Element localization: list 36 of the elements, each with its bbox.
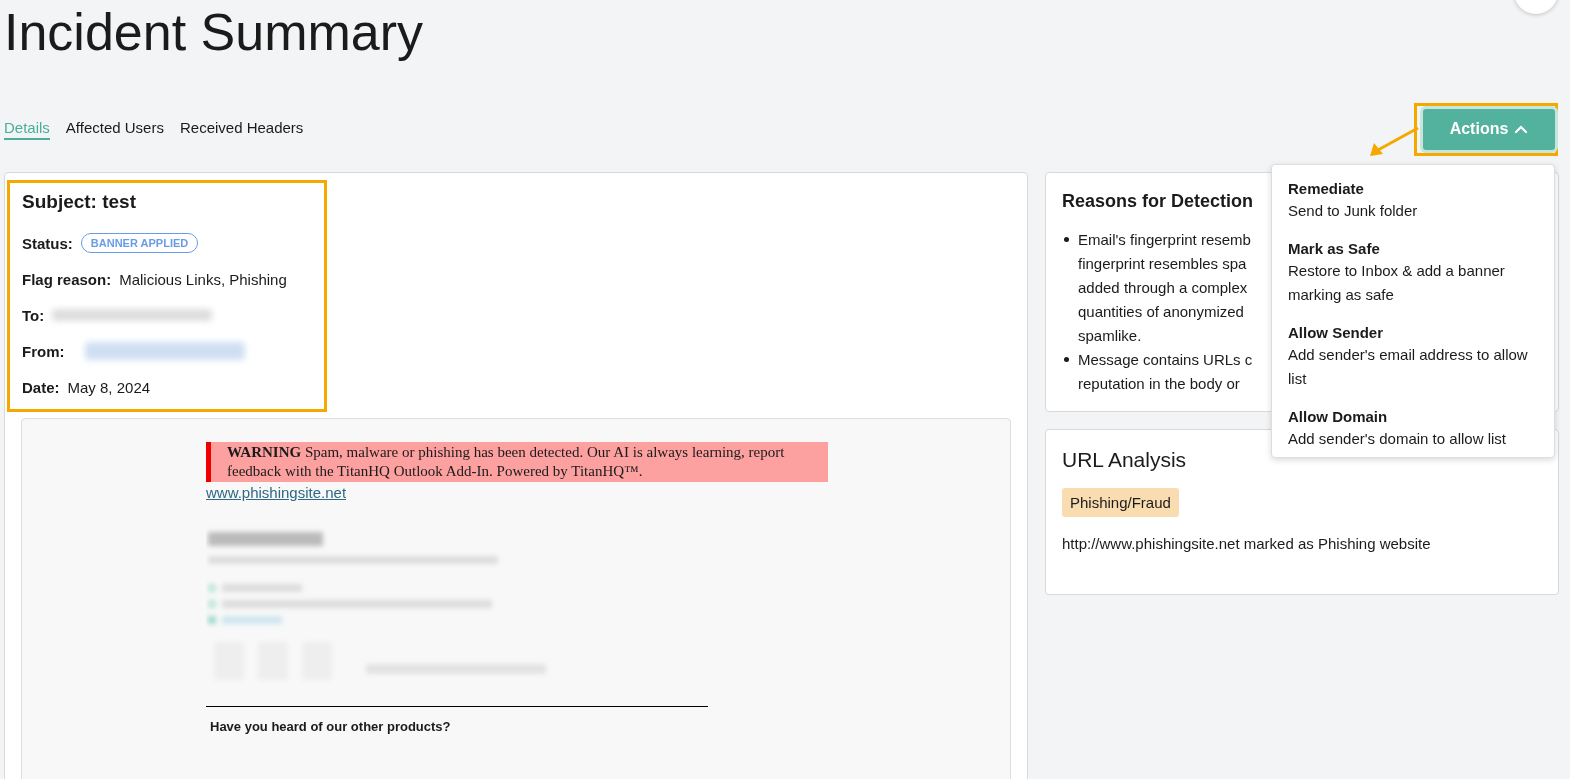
tab[interactable]: Affected Users xyxy=(65,118,164,140)
caret-icon xyxy=(1514,124,1529,134)
field-label: To: xyxy=(22,306,45,324)
tab[interactable]: Received Headers xyxy=(179,118,304,140)
menu-item[interactable]: Allow Domain xyxy=(1288,407,1388,427)
reason-text: added through a complex xyxy=(1078,278,1249,298)
card-title: Reasons for Detection xyxy=(1062,191,1254,212)
field-label: Date: xyxy=(22,378,60,396)
reason-text: fingerprint resembles spa xyxy=(1078,254,1248,274)
bullet-icon xyxy=(1064,357,1069,362)
field-value: Malicious Links, Phishing xyxy=(119,270,287,288)
reason-text: Message contains URLs c xyxy=(1078,350,1253,370)
link[interactable]: www.phishingsite.net xyxy=(206,484,347,501)
menu-item-description: Restore to Inbox & add a banner marking as safe xyxy=(1288,261,1506,305)
menu-item[interactable]: Allow Sender xyxy=(1288,323,1384,343)
reason-text: spamlike. xyxy=(1078,326,1143,346)
field-label: Flag reason: xyxy=(22,270,112,288)
email-subject: Subject: test xyxy=(22,191,138,213)
reason-text: quantities of anonymized xyxy=(1078,302,1245,322)
card-title: URL Analysis xyxy=(1062,448,1187,472)
menu-item[interactable]: Mark as Safe xyxy=(1288,239,1380,259)
menu-item[interactable]: Remediate xyxy=(1288,179,1364,199)
field-label: From: xyxy=(22,342,65,360)
reason-text: reputation in the body or xyxy=(1078,374,1241,394)
field-label: Status: xyxy=(22,234,73,252)
bullet-icon xyxy=(1064,237,1069,242)
page-title: Incident Summary xyxy=(4,2,424,62)
analysis-result: http://www.phishingsite.net marked as Phishing website xyxy=(1062,535,1432,552)
warning-banner: WARNING Spam, malware or phishing has been detected. Our AI is always learning, report feedback with the TitanHQ Outlook Add-In. Powered by TitanHQ™. xyxy=(206,442,828,482)
reason-text: Email's fingerprint resemb xyxy=(1078,230,1251,250)
category-tag: Phishing/Fraud xyxy=(1062,488,1179,517)
menu-item-description: Add sender's domain to allow list xyxy=(1288,429,1507,449)
menu-item-description: Add sender's email address to allow list xyxy=(1288,345,1529,389)
email-heading: Have you heard of our other products? xyxy=(210,719,452,734)
field-value: May 8, 2024 xyxy=(67,378,151,396)
menu-item-description: Send to Junk folder xyxy=(1288,201,1419,221)
